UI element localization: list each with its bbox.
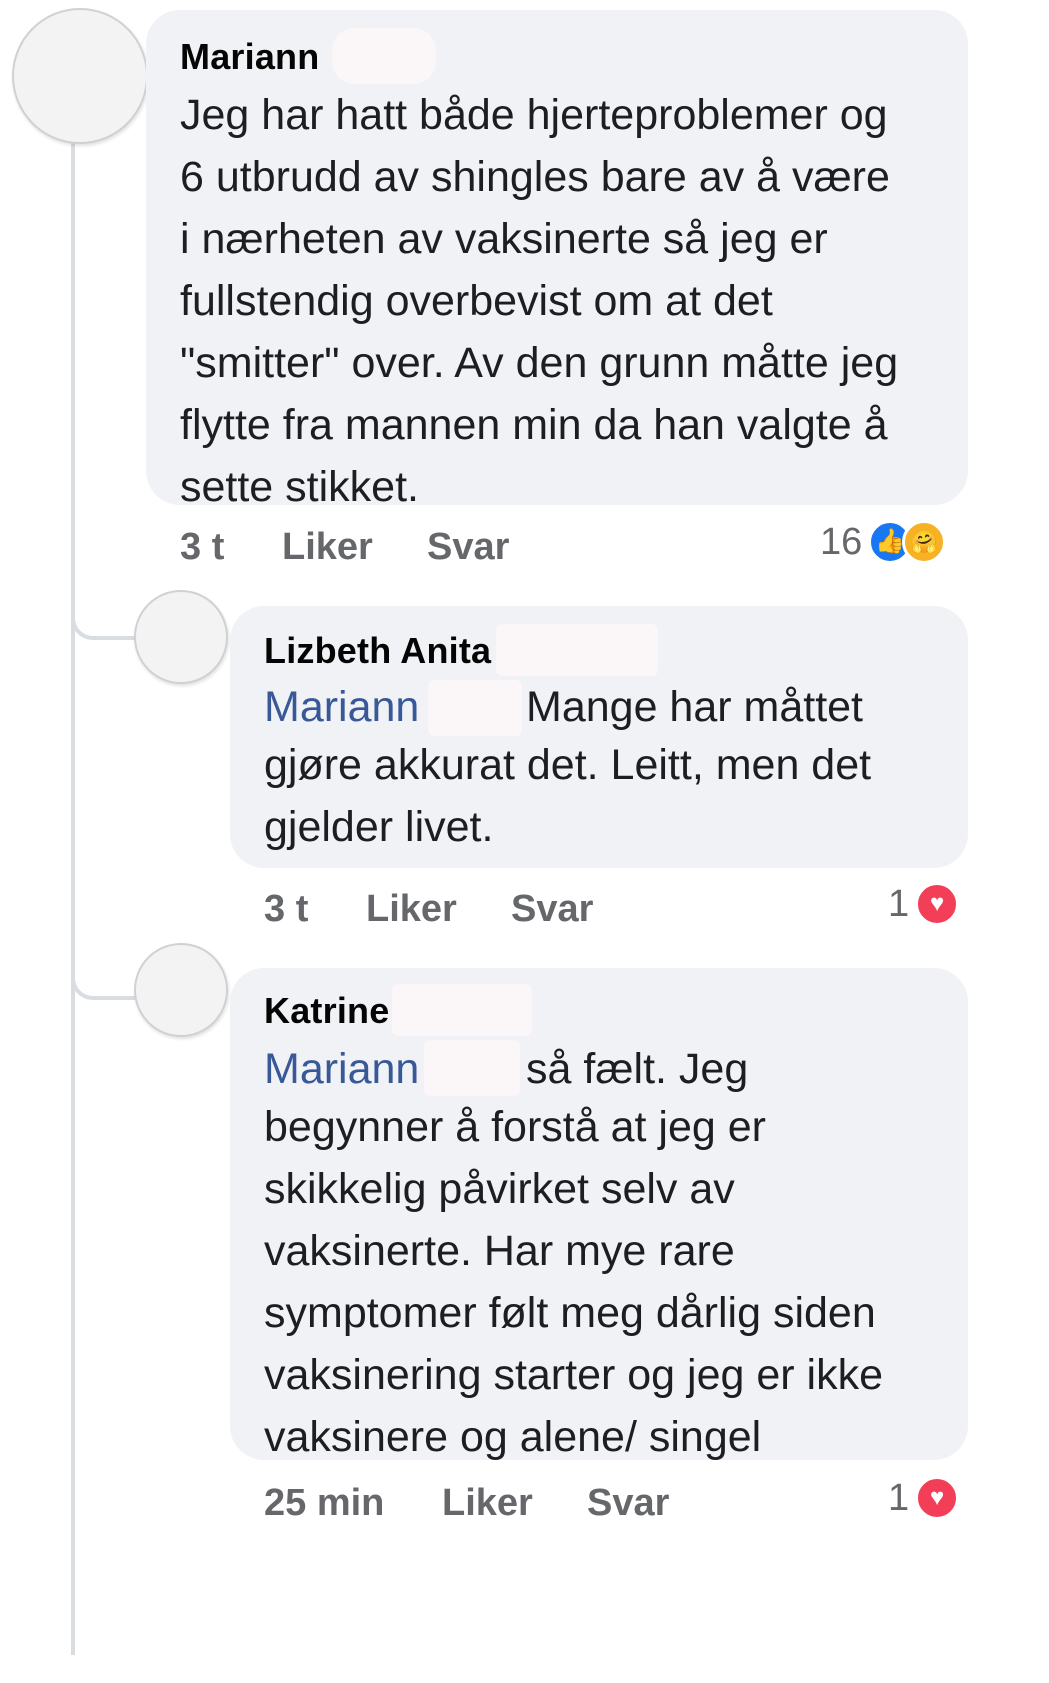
comment-author[interactable]: Katrine <box>264 990 389 1032</box>
redaction <box>428 680 522 736</box>
thread-branch <box>71 960 143 1000</box>
reply-button[interactable]: Svar <box>511 888 593 931</box>
like-button[interactable]: Liker <box>442 1482 533 1525</box>
comment-thread: Mariann Jeg har hatt både hjerteprobleme… <box>0 0 1049 1683</box>
comment-author[interactable]: Lizbeth Anita <box>264 630 491 672</box>
avatar[interactable] <box>134 590 228 684</box>
avatar[interactable] <box>134 943 228 1037</box>
comment-text-line: så fælt. Jeg <box>526 1045 749 1093</box>
like-button[interactable]: Liker <box>366 888 457 931</box>
reaction-count: 1 <box>888 1476 910 1519</box>
comment-timestamp[interactable]: 3 t <box>264 888 308 931</box>
redaction <box>392 984 532 1036</box>
thread-branch <box>71 600 143 640</box>
care-icon: 🤗 <box>902 520 947 564</box>
comment-author[interactable]: Mariann <box>180 36 319 78</box>
comment-text: begynner å forstå at jeg er skikkelig på… <box>264 1103 884 1461</box>
reply-button[interactable]: Svar <box>587 1482 669 1525</box>
comment-text: Jeg har hatt både hjerteproblemer og 6 u… <box>180 91 899 511</box>
mention-link[interactable]: Mariann <box>264 1038 419 1100</box>
reaction-count: 1 <box>888 882 910 925</box>
reply-button[interactable]: Svar <box>427 526 509 569</box>
thread-line <box>71 140 75 1655</box>
comment-timestamp[interactable]: 3 t <box>180 526 224 569</box>
avatar[interactable] <box>12 8 148 144</box>
reaction-summary[interactable]: 1 ♥ <box>888 1476 960 1520</box>
reaction-count: 16 <box>820 520 863 563</box>
comment-text-line: Mange har måttet <box>526 683 864 731</box>
comment-timestamp[interactable]: 25 min <box>264 1482 384 1525</box>
love-icon: ♥ <box>915 1476 960 1520</box>
love-icon: ♥ <box>915 882 960 926</box>
redaction <box>424 1040 520 1096</box>
redaction <box>496 624 658 676</box>
like-button[interactable]: Liker <box>282 526 373 569</box>
reaction-summary[interactable]: 16 👍 🤗 <box>820 520 947 564</box>
reaction-summary[interactable]: 1 ♥ <box>888 882 960 926</box>
comment-text: gjøre akkurat det. Leitt, men det gjelde… <box>264 741 872 851</box>
redaction <box>332 28 436 84</box>
mention-link[interactable]: Mariann <box>264 676 419 738</box>
